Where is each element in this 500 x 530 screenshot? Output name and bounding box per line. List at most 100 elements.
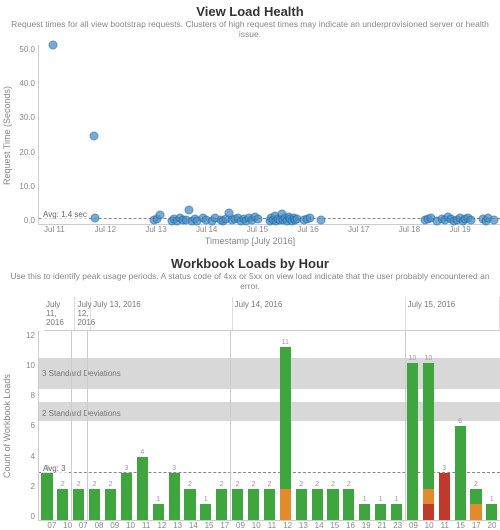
bar [327,489,338,521]
bar [248,489,259,521]
bar-segment [343,489,354,521]
bar-value-label: 2 [331,481,335,488]
bar [153,504,164,520]
bar [343,489,354,521]
bar-value-label: 2 [267,481,271,488]
day-separator [71,331,72,520]
bar-column: 2 [87,331,103,520]
bar-column: 2 [341,331,357,520]
chart1-subtitle: Request times for all view bootstrap req… [0,19,500,39]
bar [375,504,386,520]
bar [169,473,180,520]
bar-value-label: 11 [282,339,289,346]
chart2-xaxis: 0710070809101112131415170910111213141516… [44,521,500,530]
bar-value-label: 3 [172,465,176,472]
bar-value-label: 10 [424,355,432,362]
bar-segment [216,489,227,521]
bar-segment [296,489,307,521]
chart1-ylabel: Request Time (Seconds) [0,45,14,225]
bar [439,473,450,520]
bar-column: 6 [452,331,468,520]
bar [232,489,243,521]
chart2-ylabel: Count of Workbook Loads [0,331,14,521]
bar-segment [41,473,52,520]
bar-value-label: 2 [61,481,65,488]
bar [184,489,195,521]
date-header: July 13, 2016 [91,297,233,330]
bar-value-label: 4 [140,449,144,456]
bar-column: 10 [404,331,420,520]
bar-column: 2 [55,331,71,520]
bar-segment [391,504,402,520]
data-point [490,215,499,224]
data-point [317,215,326,224]
chart1-xaxis: Jul 11Jul 12Jul 13Jul 14Jul 15Jul 16Jul … [44,225,500,234]
bar-segment [280,489,291,521]
bar-value-label: 2 [315,481,319,488]
bar-column: 3 [39,331,55,520]
bar-segment [57,489,68,521]
view-load-health-chart: View Load Health Request times for all v… [0,4,500,246]
bar [280,347,291,520]
day-separator [230,331,231,520]
bar-value-label: 3 [442,465,446,472]
data-point [89,132,98,141]
chart1-title: View Load Health [0,4,500,19]
bar-column: 2 [261,331,277,520]
bar-column: 2 [214,331,230,520]
bar [216,489,227,521]
bar-value-label: 2 [220,481,224,488]
bar-column: 2 [103,331,119,520]
bar-segment [121,473,132,520]
bar-segment [455,426,466,521]
bar-column: 3 [118,331,134,520]
bar-value-label: 2 [347,481,351,488]
bar-value-label: 10 [409,355,417,362]
bar-column: 11 [277,331,293,520]
bar-segment [153,504,164,520]
bar [312,489,323,521]
bar-column: 1 [198,331,214,520]
bar-segment [232,489,243,521]
bar-value-label: 2 [236,481,240,488]
bar-segment [105,489,116,521]
data-point [90,213,99,222]
bar [296,489,307,521]
date-header: July 11, 2016 [44,297,75,330]
chart2-title: Workbook Loads by Hour [0,256,500,271]
data-point [253,215,262,224]
bar-segment [312,489,323,521]
bar-segment [423,489,434,505]
chart2-subtitle: Use this to identify peak usage periods.… [0,271,500,291]
bar-segment [359,504,370,520]
bar [73,489,84,521]
bar-column: 2 [230,331,246,520]
bar-segment [137,457,148,520]
bar [121,473,132,520]
bar-segment [423,504,434,520]
date-header: July 15, 2016 [406,297,500,330]
bar-segment [327,489,338,521]
bar-segment [375,504,386,520]
bar-value-label: 2 [188,481,192,488]
bar [486,504,497,520]
avg-label: Avg: 1.4 sec [41,210,89,219]
bar [89,489,100,521]
chart2-date-headers: July 11, 2016July 12, 2016July 13, 2016J… [44,297,500,331]
bar-value-label: 3 [45,465,49,472]
bar [423,363,434,521]
bar-value-label: 2 [109,481,113,488]
bar-column: 2 [246,331,262,520]
bar [455,426,466,521]
bar-column: 2 [468,331,484,520]
data-point [184,206,193,215]
bar-value-label: 2 [252,481,256,488]
bar [359,504,370,520]
bar-column: 4 [134,331,150,520]
bar-column: 3 [436,331,452,520]
bar-segment [73,489,84,521]
bar-column: 1 [373,331,389,520]
bar-segment [439,473,450,520]
day-separator [87,331,88,520]
bar [470,489,481,521]
